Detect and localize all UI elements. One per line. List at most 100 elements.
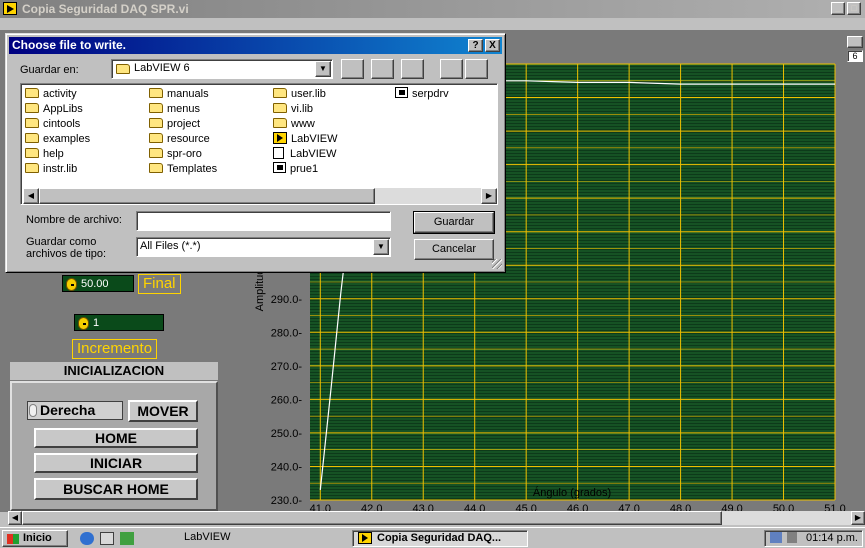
file-list-item[interactable]: activity: [25, 87, 90, 102]
front-panel-horizontal-scrollbar[interactable]: ◀ ▶: [8, 511, 865, 525]
legend-value: 6: [847, 50, 863, 62]
labview-vi-icon: [358, 532, 372, 544]
file-list-scrollbar[interactable]: ◀ ▶: [23, 188, 497, 204]
file-name: project: [167, 118, 201, 130]
increment-numeric-control[interactable]: 1: [74, 314, 164, 331]
channels-icon[interactable]: [120, 532, 134, 545]
main-window-title: Copia Seguridad DAQ SPR.vi: [22, 2, 189, 16]
windows-logo-icon: [7, 534, 19, 544]
show-desktop-icon[interactable]: [100, 532, 114, 545]
document-icon: [273, 147, 284, 159]
file-list-item[interactable]: menus: [149, 102, 217, 117]
increment-value: 1: [93, 317, 100, 329]
final-value: 50.00: [81, 278, 109, 290]
up-one-level-icon[interactable]: [341, 59, 364, 79]
file-list-item[interactable]: serpdrv: [395, 87, 449, 102]
look-in-combobox[interactable]: LabVIEW 6 ▼: [111, 59, 333, 79]
file-list-item[interactable]: Templates: [149, 162, 217, 177]
file-name: prue1: [290, 163, 319, 175]
y-tick-label: 280.0-: [271, 327, 303, 339]
file-type-combobox[interactable]: All Files (*.*) ▼: [136, 237, 391, 257]
taskbar-labview-button[interactable]: LabVIEW: [170, 530, 346, 547]
file-name: serpdrv: [412, 88, 449, 100]
scrollbar-thumb[interactable]: [22, 511, 722, 525]
final-numeric-control[interactable]: 50.00: [62, 275, 134, 292]
scroll-left-arrow-icon[interactable]: ◀: [23, 188, 39, 204]
file-name: examples: [43, 133, 91, 145]
file-list-item[interactable]: www: [273, 117, 337, 132]
list-view-icon[interactable]: [440, 59, 463, 79]
start-acquisition-button[interactable]: INICIAR: [34, 453, 198, 473]
scroll-left-arrow-icon[interactable]: ◀: [8, 511, 22, 525]
direction-value: Derecha: [40, 402, 96, 418]
search-home-button[interactable]: BUSCAR HOME: [34, 478, 198, 500]
scroll-right-arrow-icon[interactable]: ▶: [851, 511, 865, 525]
taskbar-daq-vi-button[interactable]: Copia Seguridad DAQ...: [352, 530, 528, 547]
graph-legend: 6: [845, 34, 865, 66]
file-column: manuals menus project resource spr-oro Templa…: [149, 87, 217, 177]
folder-icon: [273, 88, 287, 98]
dropdown-arrow-icon[interactable]: ▼: [315, 61, 331, 77]
file-list-item[interactable]: prue1: [273, 162, 337, 177]
new-folder-icon[interactable]: [401, 59, 424, 79]
file-name-input[interactable]: [136, 211, 391, 231]
file-type-label: Guardar como archivos de tipo:: [26, 236, 106, 260]
maximize-button[interactable]: □: [847, 2, 861, 15]
ring-arrows-icon[interactable]: [29, 404, 37, 417]
file-name: resource: [167, 133, 210, 145]
volume-icon[interactable]: [786, 532, 797, 543]
initialization-heading: INICIALIZACION: [10, 362, 218, 380]
file-type-label-line1: Guardar como: [26, 236, 97, 248]
increment-decrement-icon[interactable]: [66, 278, 77, 291]
file-list-item[interactable]: user.lib: [273, 87, 337, 102]
clock: 01:14 p.m.: [806, 532, 858, 544]
close-button[interactable]: X: [485, 39, 500, 52]
cancel-button[interactable]: Cancelar: [414, 239, 494, 260]
save-button[interactable]: Guardar: [413, 211, 495, 234]
file-list-item[interactable]: manuals: [149, 87, 217, 102]
file-list-item[interactable]: help: [25, 147, 90, 162]
y-axis-label: Amplitud: [254, 269, 266, 312]
minimize-button[interactable]: _: [831, 2, 845, 15]
internet-explorer-icon[interactable]: [80, 532, 94, 545]
file-list-item[interactable]: resource: [149, 132, 217, 147]
file-name: manuals: [167, 88, 209, 100]
system-tray: 01:14 p.m.: [764, 530, 863, 547]
help-button[interactable]: ?: [468, 39, 483, 52]
file-list-item[interactable]: instr.lib: [25, 162, 90, 177]
scrollbar-thumb[interactable]: [39, 188, 375, 204]
start-button[interactable]: Inicio: [2, 530, 68, 547]
file-list-item[interactable]: examples: [25, 132, 90, 147]
taskbar: Inicio LabVIEW Copia Seguridad DAQ... 01…: [0, 527, 865, 548]
file-name: cintools: [43, 118, 81, 130]
file-name: help: [43, 148, 64, 160]
file-list-item[interactable]: vi.lib: [273, 102, 337, 117]
increment-decrement-icon[interactable]: [78, 317, 89, 330]
labview-icon: [273, 132, 287, 144]
increment-label: Incremento: [72, 339, 158, 359]
file-list-item[interactable]: AppLibs: [25, 102, 90, 117]
file-list[interactable]: activity AppLibs cintools examples help instr…: [20, 83, 498, 205]
dropdown-arrow-icon[interactable]: ▼: [373, 239, 389, 255]
file-list-item[interactable]: cintools: [25, 117, 90, 132]
folder-icon: [149, 88, 163, 98]
scroll-right-arrow-icon[interactable]: ▶: [481, 188, 497, 204]
move-button[interactable]: MOVER: [128, 400, 198, 422]
file-column: serpdrv: [395, 87, 449, 102]
taskbar-labview-label: LabVIEW: [184, 531, 231, 543]
file-list-item[interactable]: LabVIEW: [273, 147, 337, 162]
desktop-icon[interactable]: [371, 59, 394, 79]
home-button[interactable]: HOME: [34, 428, 198, 448]
look-in-value: LabVIEW 6: [134, 62, 190, 74]
file-list-item[interactable]: spr-oro: [149, 147, 217, 162]
plot-legend-icon[interactable]: [847, 36, 863, 48]
file-name: spr-oro: [167, 148, 202, 160]
direction-ring-control[interactable]: Derecha: [27, 401, 123, 420]
details-view-icon[interactable]: [465, 59, 488, 79]
file-name: www: [291, 118, 315, 130]
y-tick-label: 260.0-: [271, 394, 303, 406]
network-icon[interactable]: [769, 532, 782, 543]
file-list-item[interactable]: LabVIEW: [273, 132, 337, 147]
resize-grip-icon[interactable]: [492, 259, 502, 269]
file-list-item[interactable]: project: [149, 117, 217, 132]
